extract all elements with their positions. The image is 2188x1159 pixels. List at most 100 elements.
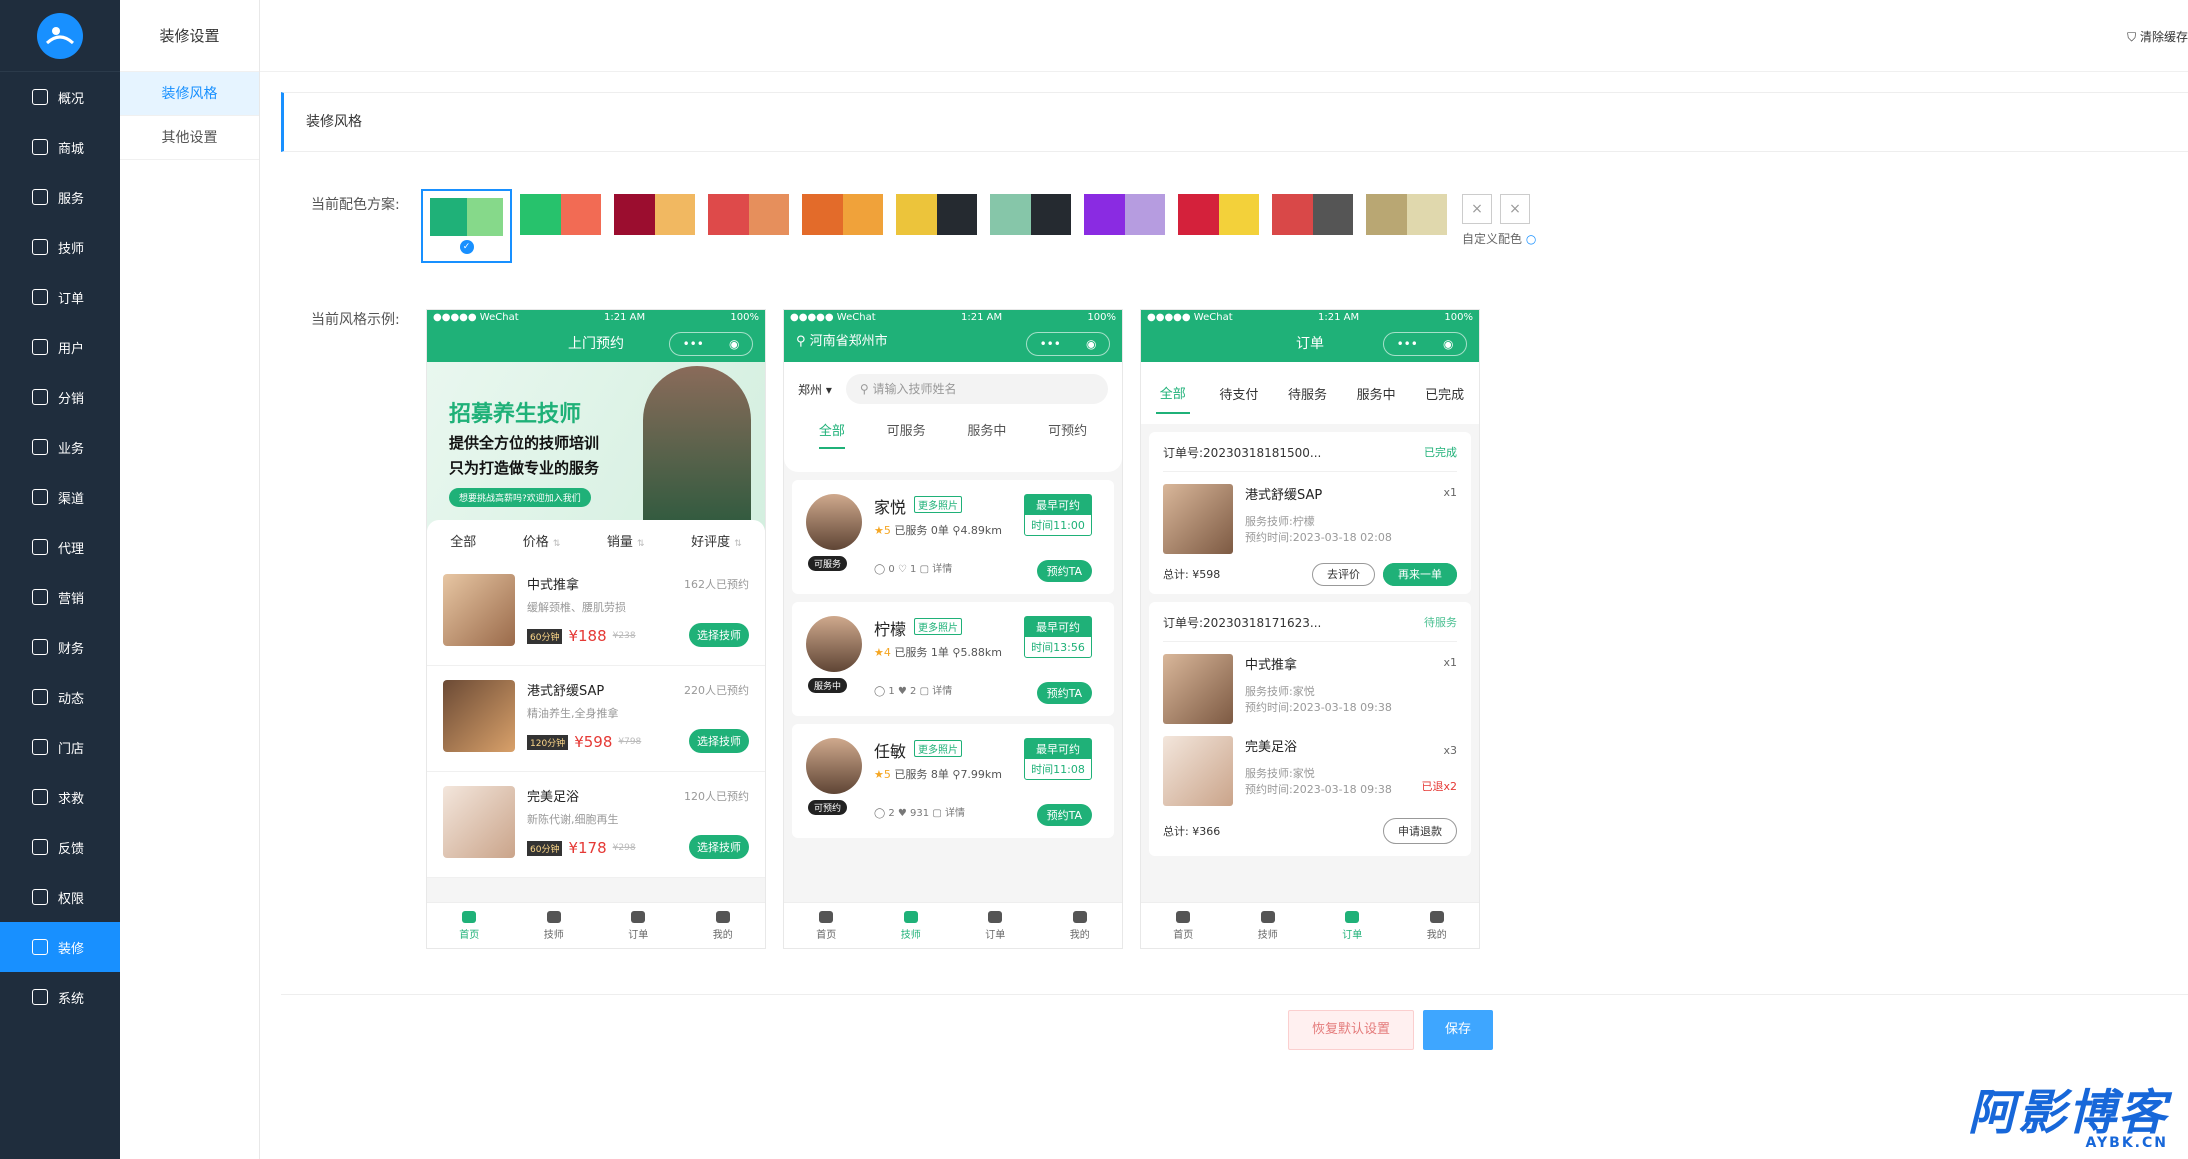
tech-distance: 7.99km: [960, 768, 1003, 781]
color-swatch[interactable]: [802, 194, 883, 235]
sidebar-item[interactable]: 营销: [0, 572, 120, 622]
subnav-item-style[interactable]: 装修风格: [120, 72, 259, 116]
order-tab-done[interactable]: 已完成: [1425, 384, 1464, 403]
refund-button[interactable]: 申请退款: [1383, 818, 1457, 844]
color-swatch[interactable]: [520, 194, 601, 235]
custom-color-label[interactable]: 自定义配色 ○: [1462, 230, 1536, 247]
tab-bookable[interactable]: 可预约: [1048, 420, 1087, 449]
capsule-menu[interactable]: ••• ◉: [1383, 332, 1467, 356]
sort-all[interactable]: 全部: [450, 531, 476, 550]
tech-card[interactable]: 服务中 柠檬 更多照片 ★4 已服务 1单 ⚲5.88km ◯ 1 ♥ 2 ▢ 详情 最早…: [792, 602, 1114, 716]
sort-sales[interactable]: 销量 ⇅: [607, 531, 645, 550]
book-tech-button[interactable]: 预约TA: [1036, 560, 1092, 582]
tech-card[interactable]: 可服务 家悦 更多照片 ★5 已服务 0单 ⚲4.89km ◯ 0 ♡ 1 ▢ 详情 最早…: [792, 480, 1114, 594]
save-button[interactable]: 保存: [1423, 1010, 1493, 1050]
more-photos-link[interactable]: 更多照片: [914, 496, 962, 513]
sidebar-item[interactable]: 装修: [0, 922, 120, 972]
book-tech-button[interactable]: 预约TA: [1036, 682, 1092, 704]
tab-tech[interactable]: 技师: [512, 903, 597, 948]
tab-mine[interactable]: 我的: [1395, 903, 1480, 948]
location-selector[interactable]: ⚲ 河南省郑州市: [796, 330, 888, 349]
caret-down-icon: ▾: [825, 382, 832, 397]
color-swatch[interactable]: [1366, 194, 1447, 235]
color-swatch[interactable]: [990, 194, 1071, 235]
order-card[interactable]: 订单号:20230318181500... 已完成 港式舒缓SAP 服务技师:柠檬预…: [1149, 432, 1471, 594]
sort-rating[interactable]: 好评度 ⇅: [691, 531, 742, 550]
tech-search-input[interactable]: ⚲ 请输入技师姓名: [845, 374, 1108, 404]
tab-available[interactable]: 可服务: [887, 420, 926, 449]
tab-home[interactable]: 首页: [1141, 903, 1226, 948]
tab-tech[interactable]: 技师: [1226, 903, 1311, 948]
sidebar-item[interactable]: 订单: [0, 272, 120, 322]
city-select[interactable]: 郑州 ▾: [798, 381, 832, 398]
order-tab-all[interactable]: 全部: [1155, 373, 1190, 414]
sidebar-item[interactable]: 反馈: [0, 822, 120, 872]
tab-orders[interactable]: 订单: [953, 903, 1038, 948]
order-tab-pending[interactable]: 待服务: [1288, 384, 1327, 403]
select-tech-button[interactable]: 选择技师: [689, 835, 749, 859]
sidebar-item[interactable]: 权限: [0, 872, 120, 922]
tab-orders[interactable]: 订单: [1310, 903, 1395, 948]
tab-mine[interactable]: 我的: [1038, 903, 1123, 948]
capsule-menu[interactable]: ••• ◉: [669, 332, 753, 356]
more-photos-link[interactable]: 更多照片: [914, 618, 962, 635]
sidebar-item[interactable]: 技师: [0, 222, 120, 272]
select-tech-button[interactable]: 选择技师: [689, 623, 749, 647]
tab-home[interactable]: 首页: [427, 903, 512, 948]
sidebar-item[interactable]: 分销: [0, 372, 120, 422]
duration-tag: 60分钟: [527, 628, 563, 644]
sidebar-item[interactable]: 代理: [0, 522, 120, 572]
more-photos-link[interactable]: 更多照片: [914, 740, 962, 757]
tech-served: 已服务 0单: [894, 524, 949, 537]
capsule-menu[interactable]: ••• ◉: [1026, 332, 1110, 356]
sidebar-item[interactable]: 概况: [0, 72, 120, 122]
user-icon: [1072, 910, 1087, 923]
product-item[interactable]: 港式舒缓SAP 精油养生,全身推拿 120分钟 ¥598 ¥798 220人已预约 选择技师: [427, 666, 765, 772]
order-item: 完美足浴 服务技师:家悦 预约时间:2023-03-18 09:38 x3 已退x2: [1163, 730, 1457, 818]
sidebar-item[interactable]: 动态: [0, 672, 120, 722]
product-item[interactable]: 完美足浴 新陈代谢,细胞再生 60分钟 ¥178 ¥298 120人已预约 选择技师: [427, 772, 765, 878]
tech-card[interactable]: 可预约 任敏 更多照片 ★5 已服务 8单 ⚲7.99km ◯ 2 ♥ 931 ▢ 详情…: [792, 724, 1114, 838]
tab-mine[interactable]: 我的: [681, 903, 766, 948]
color-swatch[interactable]: [896, 194, 977, 235]
tab-home[interactable]: 首页: [784, 903, 869, 948]
order-card[interactable]: 订单号:20230318171623... 待服务 中式推拿 服务技师:家悦 预约时间…: [1149, 602, 1471, 856]
tab-tech[interactable]: 技师: [869, 903, 954, 948]
recruit-banner[interactable]: 招募养生技师 提供全方位的技师培训 只为打造做专业的服务 想要挑战高薪吗?欢迎加…: [427, 362, 765, 530]
clear-cache-button[interactable]: ⛉ 清除缓存: [2127, 28, 2188, 45]
app-logo[interactable]: [37, 12, 83, 59]
review-button[interactable]: 去评价: [1312, 563, 1375, 586]
reorder-button[interactable]: 再来一单: [1383, 563, 1457, 586]
sidebar-item[interactable]: 商城: [0, 122, 120, 172]
product-item[interactable]: 中式推拿 缓解颈椎、腰肌劳损 60分钟 ¥188 ¥238 162人已预约 选择技师: [427, 560, 765, 666]
carrier-text: ●●●●● WeChat: [790, 311, 876, 323]
color-swatch[interactable]: [1084, 194, 1165, 235]
tab-all[interactable]: 全部: [818, 420, 845, 449]
sidebar-item[interactable]: 求救: [0, 772, 120, 822]
color-swatch[interactable]: ✓: [421, 189, 512, 263]
sidebar-item[interactable]: 渠道: [0, 472, 120, 522]
sidebar-item[interactable]: 用户: [0, 322, 120, 372]
sort-arrow-icon: ⇅: [734, 538, 742, 549]
sidebar-item[interactable]: 服务: [0, 172, 120, 222]
sidebar-item[interactable]: 业务: [0, 422, 120, 472]
status-time: 1:21 AM: [960, 311, 1003, 323]
custom-color-picker[interactable]: ×: [1462, 194, 1492, 224]
color-swatch[interactable]: [708, 194, 789, 235]
tab-in-service[interactable]: 服务中: [967, 420, 1006, 449]
subnav-item-other[interactable]: 其他设置: [120, 116, 259, 160]
sidebar-item[interactable]: 财务: [0, 622, 120, 672]
order-tab-in-service[interactable]: 服务中: [1357, 384, 1396, 403]
reset-default-button[interactable]: 恢复默认设置: [1288, 1010, 1414, 1050]
sidebar-item[interactable]: 门店: [0, 722, 120, 772]
select-tech-button[interactable]: 选择技师: [689, 729, 749, 753]
sort-price[interactable]: 价格 ⇅: [523, 531, 561, 550]
sidebar-item[interactable]: 系统: [0, 972, 120, 1022]
color-swatch[interactable]: [1178, 194, 1259, 235]
color-swatch[interactable]: [1272, 194, 1353, 235]
color-swatch[interactable]: [614, 194, 695, 235]
book-tech-button[interactable]: 预约TA: [1036, 804, 1092, 826]
custom-color-picker[interactable]: ×: [1500, 194, 1530, 224]
tab-orders[interactable]: 订单: [596, 903, 681, 948]
order-tab-unpaid[interactable]: 待支付: [1219, 384, 1258, 403]
